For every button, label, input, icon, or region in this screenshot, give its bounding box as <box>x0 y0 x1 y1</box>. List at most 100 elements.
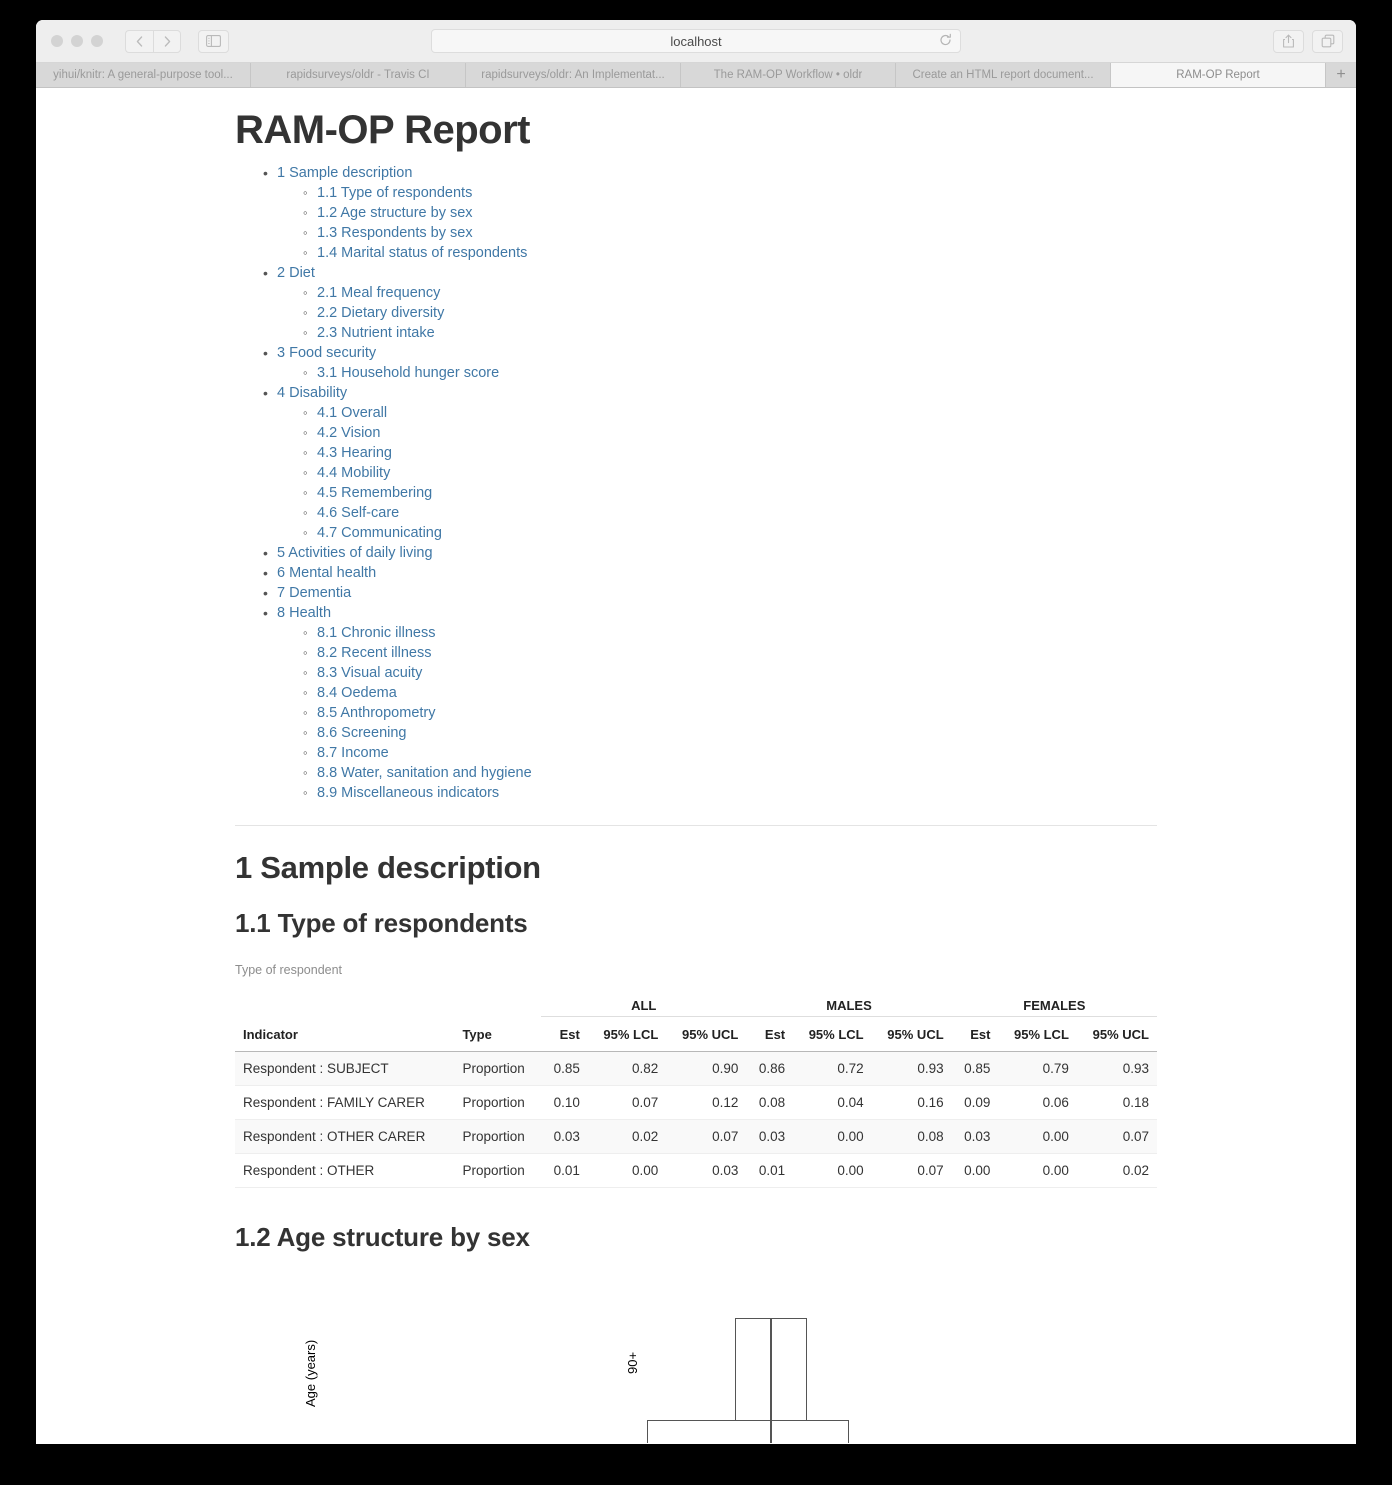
toc-link[interactable]: 8 Health <box>277 605 331 621</box>
toc-item: 8 Health 8.1 Chronic illness 8.2 Recent il… <box>235 603 1157 803</box>
toc-subitem: 8.4 Oedema <box>277 683 1157 703</box>
toc-sublink[interactable]: 4.7 Communicating <box>317 525 442 541</box>
browser-window: localhost yihui/knitr: A general-purpose… <box>36 20 1356 1444</box>
cell-value: 0.85 <box>951 1051 999 1086</box>
tab-overview-button[interactable] <box>1312 29 1343 53</box>
section-1-1-heading: 1.1 Type of respondents <box>235 908 528 938</box>
toc-sublink[interactable]: 8.9 Miscellaneous indicators <box>317 785 499 801</box>
cell-type: Proportion <box>454 1153 542 1188</box>
pyramid-bar-females-85-89 <box>771 1420 849 1443</box>
toc-sublink[interactable]: 8.1 Chronic illness <box>317 625 435 641</box>
toc-link[interactable]: 5 Activities of daily living <box>277 545 433 561</box>
address-text: localhost <box>670 33 722 49</box>
column-header-males-lcl: 95% LCL <box>793 1016 872 1052</box>
column-header-males-ucl: 95% UCL <box>871 1016 952 1052</box>
cell-value: 0.00 <box>793 1153 872 1188</box>
cell-value: 0.93 <box>1076 1051 1157 1086</box>
toc-sublink[interactable]: 2.1 Meal frequency <box>317 285 440 301</box>
toc-subitem: 2.2 Dietary diversity <box>277 303 1157 323</box>
toolbar-right-buttons <box>1273 29 1343 53</box>
cell-value: 0.07 <box>587 1085 667 1120</box>
share-button[interactable] <box>1273 29 1304 53</box>
toc-sublist: 1.1 Type of respondents 1.2 Age structure… <box>277 183 1157 263</box>
section-1-2-heading: 1.2 Age structure by sex <box>235 1222 530 1252</box>
toc-subitem: 1.2 Age structure by sex <box>277 203 1157 223</box>
table-row: Respondent : OTHER Proportion 0.01 0.00 0.03… <box>235 1153 1157 1188</box>
toc-sublink[interactable]: 8.4 Oedema <box>317 685 397 701</box>
page-viewport[interactable]: RAM-OP Report 1 Sample description 1.1 Ty… <box>36 88 1356 1443</box>
address-bar[interactable]: localhost <box>431 29 961 53</box>
table-of-contents: 1 Sample description 1.1 Type of responde… <box>235 163 1157 803</box>
toc-sublink[interactable]: 4.6 Self-care <box>317 505 399 521</box>
browser-tab-4[interactable]: The RAM-OP Workflow • oldr <box>681 63 896 87</box>
toc-link[interactable]: 3 Food security <box>277 345 376 361</box>
sidebar-icon <box>206 35 221 47</box>
toc-subitem: 4.1 Overall <box>277 403 1157 423</box>
cell-value: 0.03 <box>746 1119 794 1154</box>
toc-sublink[interactable]: 1.4 Marital status of respondents <box>317 245 527 261</box>
browser-tab-6-active[interactable]: RAM-OP Report <box>1111 63 1326 87</box>
toc-link[interactable]: 2 Diet <box>277 265 315 281</box>
toc-sublink[interactable]: 1.1 Type of respondents <box>317 185 472 201</box>
cell-value: 0.07 <box>871 1153 952 1188</box>
toc-sublink[interactable]: 4.1 Overall <box>317 405 387 421</box>
toc-sublink[interactable]: 3.1 Household hunger score <box>317 365 499 381</box>
cell-type: Proportion <box>454 1119 542 1154</box>
section-1-heading: 1 Sample description <box>235 850 541 885</box>
cell-type: Proportion <box>454 1085 542 1120</box>
toc-subitem: 8.9 Miscellaneous indicators <box>277 783 1157 803</box>
toc-sublink[interactable]: 2.2 Dietary diversity <box>317 305 444 321</box>
cell-value: 0.06 <box>998 1085 1077 1120</box>
toc-subitem: 8.3 Visual acuity <box>277 663 1157 683</box>
new-tab-button[interactable]: + <box>1326 63 1356 87</box>
toc-sublist: 8.1 Chronic illness 8.2 Recent illness 8.3… <box>277 623 1157 803</box>
toc-sublink[interactable]: 4.4 Mobility <box>317 465 390 481</box>
toc-subitem: 8.8 Water, sanitation and hygiene <box>277 763 1157 783</box>
toc-subitem: 4.3 Hearing <box>277 443 1157 463</box>
minimize-window-button[interactable] <box>71 35 83 47</box>
browser-tab-label: RAM-OP Report <box>1176 69 1260 81</box>
toc-subitem: 4.6 Self-care <box>277 503 1157 523</box>
toc-sublink[interactable]: 4.3 Hearing <box>317 445 392 461</box>
toc-sublink[interactable]: 8.7 Income <box>317 745 389 761</box>
cell-value: 0.10 <box>541 1085 588 1120</box>
toc-sublink[interactable]: 8.8 Water, sanitation and hygiene <box>317 765 532 781</box>
cell-value: 0.86 <box>746 1051 794 1086</box>
group-header-spacer-type <box>454 989 541 1017</box>
toc-sublink[interactable]: 8.6 Screening <box>317 725 406 741</box>
chevron-left-icon <box>136 35 143 47</box>
browser-tab-3[interactable]: rapidsurveys/oldr: An Implementat... <box>466 63 681 87</box>
reload-icon[interactable] <box>939 33 952 49</box>
toc-sublink[interactable]: 1.2 Age structure by sex <box>317 205 473 221</box>
table-column-header-row: Indicator Type Est 95% LCL 95% UCL Est 9… <box>235 1016 1157 1052</box>
column-header-males-est: Est <box>746 1016 794 1052</box>
toc-sublink[interactable]: 4.5 Remembering <box>317 485 432 501</box>
back-button[interactable] <box>125 29 153 53</box>
toc-subitem: 2.3 Nutrient intake <box>277 323 1157 343</box>
toc-sublink[interactable]: 8.2 Recent illness <box>317 645 431 661</box>
forward-button[interactable] <box>153 29 181 53</box>
toc-link[interactable]: 7 Dementia <box>277 585 351 601</box>
cell-value: 0.03 <box>541 1119 588 1154</box>
maximize-window-button[interactable] <box>91 35 103 47</box>
table-row: Respondent : FAMILY CARER Proportion 0.10 0… <box>235 1085 1157 1120</box>
toc-sublink[interactable]: 8.5 Anthropometry <box>317 705 436 721</box>
browser-tab-5[interactable]: Create an HTML report document... <box>896 63 1111 87</box>
navigation-buttons <box>125 29 181 53</box>
table-group-header-row: ALL MALES FEMALES <box>235 989 1157 1017</box>
toc-link[interactable]: 1 Sample description <box>277 165 412 181</box>
toc-link[interactable]: 6 Mental health <box>277 565 376 581</box>
show-sidebar-button[interactable] <box>198 29 229 53</box>
browser-tab-label: rapidsurveys/oldr: An Implementat... <box>481 69 665 81</box>
toc-sublink[interactable]: 2.3 Nutrient intake <box>317 325 435 341</box>
toc-link[interactable]: 4 Disability <box>277 385 347 401</box>
browser-tab-2[interactable]: rapidsurveys/oldr - Travis CI <box>251 63 466 87</box>
toc-sublink[interactable]: 8.3 Visual acuity <box>317 665 422 681</box>
cell-value: 0.72 <box>793 1051 872 1086</box>
toc-item: 3 Food security 3.1 Household hunger scor… <box>235 343 1157 383</box>
browser-tab-1[interactable]: yihui/knitr: A general-purpose tool... <box>36 63 251 87</box>
toc-sublink[interactable]: 4.2 Vision <box>317 425 380 441</box>
toc-sublink[interactable]: 1.3 Respondents by sex <box>317 225 473 241</box>
tab-bar: yihui/knitr: A general-purpose tool... r… <box>36 63 1356 88</box>
close-window-button[interactable] <box>51 35 63 47</box>
